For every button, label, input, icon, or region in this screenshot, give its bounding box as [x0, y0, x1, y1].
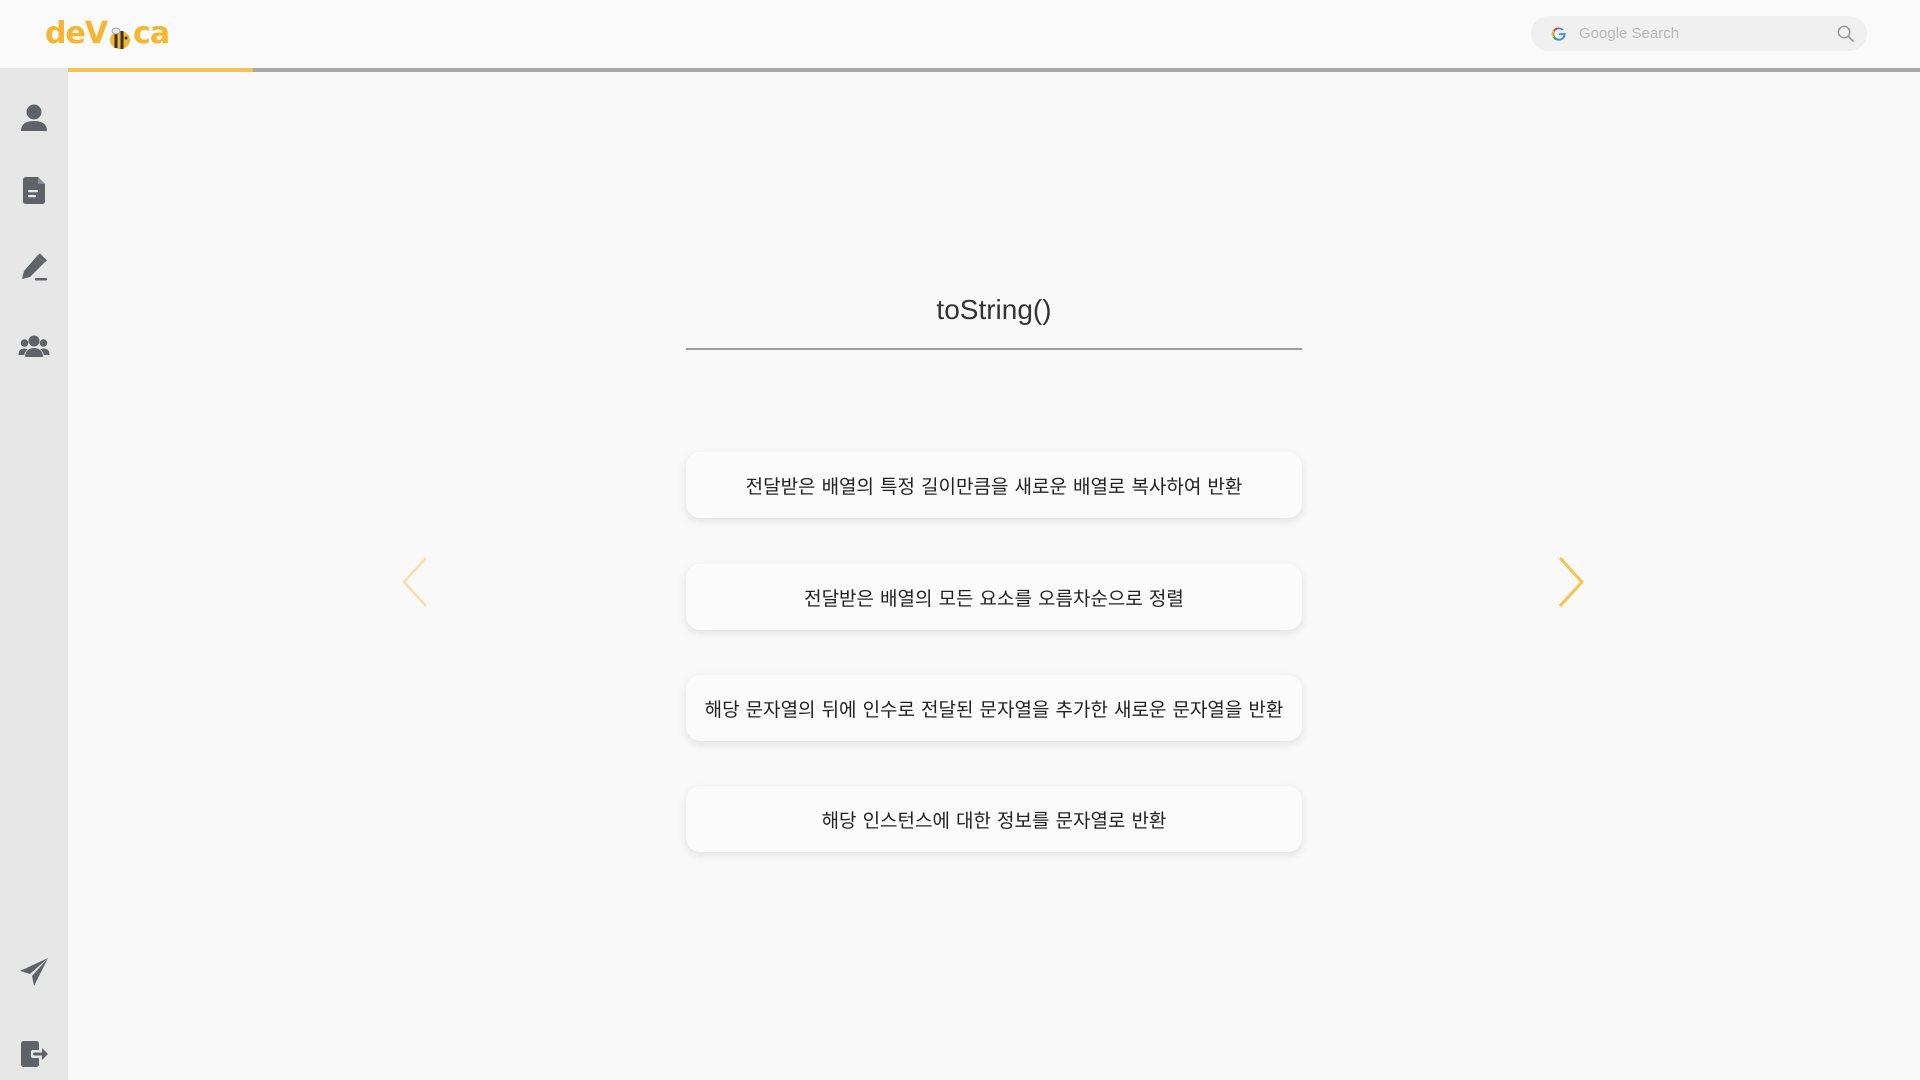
answer-choice-2[interactable]: 전달받은 배열의 모든 요소를 오름차순으로 정렬 — [686, 564, 1302, 630]
search-input[interactable] — [1579, 25, 1829, 42]
previous-question-button[interactable] — [398, 555, 434, 609]
sidebar-item-logout[interactable] — [14, 1034, 54, 1074]
sidebar-item-send[interactable] — [14, 952, 54, 992]
document-icon — [23, 177, 45, 204]
chevron-right-icon — [1558, 556, 1584, 608]
answer-choice-3[interactable]: 해당 문자열의 뒤에 인수로 전달된 문자열을 추가한 새로운 문자열을 반환 — [686, 675, 1302, 741]
pencil-icon — [22, 253, 47, 281]
logo-text-right: ca — [133, 15, 170, 51]
search-icon[interactable] — [1836, 24, 1855, 43]
quiz-progress-fill — [68, 68, 254, 72]
google-g-icon — [1551, 26, 1567, 42]
google-search-bar[interactable] — [1531, 16, 1867, 51]
quiz-word: toString() — [936, 294, 1052, 325]
sidebar-item-edit[interactable] — [14, 248, 54, 288]
user-icon — [21, 104, 47, 131]
quiz-progress-bar — [68, 68, 1920, 72]
top-bar: deV ca — [0, 0, 1920, 68]
sidebar-item-profile[interactable] — [14, 98, 54, 138]
answer-choice-1[interactable]: 전달받은 배열의 특정 길이만큼을 새로운 배열로 복사하여 반환 — [686, 452, 1302, 518]
devoca-logo[interactable]: deV ca — [45, 12, 170, 54]
paper-plane-icon — [20, 958, 48, 986]
sidebar — [0, 68, 68, 1080]
next-question-button[interactable] — [1552, 555, 1588, 609]
logo-text-left: deV — [45, 15, 108, 51]
answer-choice-4[interactable]: 해당 인스턴스에 대한 정보를 문자열로 반환 — [686, 786, 1302, 852]
quiz-word-underline — [686, 348, 1302, 350]
chevron-left-icon — [402, 557, 427, 607]
logout-icon — [21, 1041, 48, 1067]
sidebar-item-document[interactable] — [14, 170, 54, 210]
bee-icon — [108, 23, 132, 49]
users-icon — [18, 335, 50, 357]
sidebar-item-community[interactable] — [14, 326, 54, 366]
